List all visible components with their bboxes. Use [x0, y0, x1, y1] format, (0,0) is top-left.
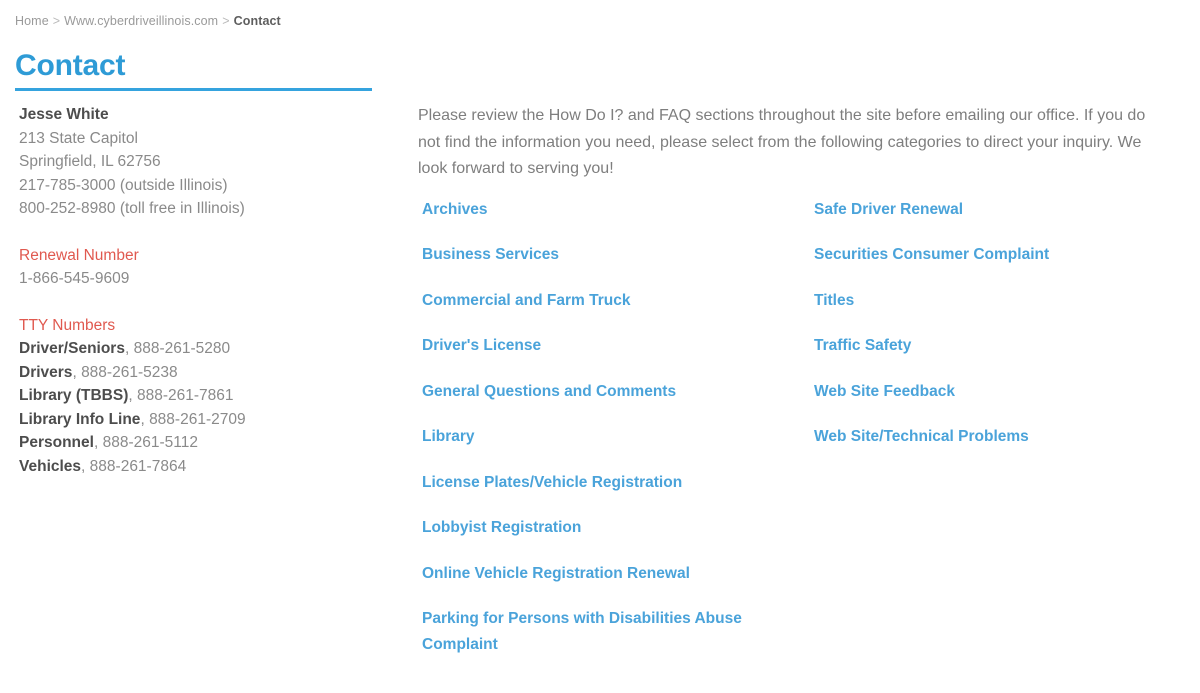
tty-number: 888-261-5280 [133, 340, 231, 357]
tty-row: Drivers, 888-261-5238 [19, 361, 389, 385]
renewal-number-heading: Renewal Number [19, 246, 139, 264]
tty-label: Vehicles [19, 457, 82, 475]
tty-label: Driver/Seniors [19, 340, 125, 357]
tty-number: 888-261-7864 [89, 457, 187, 475]
tty-comma: , [128, 387, 137, 404]
page-title: Contact [15, 49, 126, 82]
breadcrumb-separator: > [222, 14, 230, 28]
tty-comma: , [72, 363, 82, 381]
contact-phone-toll-free: 800-252-8980 (toll free in Illinois) [19, 200, 245, 217]
tty-comma: , [81, 457, 90, 475]
title-underline-rule [15, 88, 372, 91]
category-link-securities-consumer-complaint[interactable]: Securities Consumer Complaint [814, 242, 1178, 268]
category-link-lobbyist-registration[interactable]: Lobbyist Registration [422, 515, 802, 541]
breadcrumb: Home > Www.cyberdriveillinois.com > Contact [15, 13, 281, 29]
breadcrumb-separator: > [52, 14, 61, 28]
category-link-traffic-safety[interactable]: Traffic Safety [814, 333, 1178, 359]
breadcrumb-item-contact: Contact [233, 14, 281, 28]
contact-name: Jesse White [19, 106, 109, 123]
category-link-safe-driver-renewal[interactable]: Safe Driver Renewal [814, 197, 1178, 223]
category-link-web-site-feedback[interactable]: Web Site Feedback [814, 379, 1178, 405]
tty-comma: , [140, 410, 150, 428]
category-link-online-vehicle-registration-renewal[interactable]: Online Vehicle Registration Renewal [422, 561, 802, 587]
tty-numbers-heading: TTY Numbers [19, 316, 116, 334]
category-link-business-services[interactable]: Business Services [422, 242, 802, 268]
tty-comma: , [93, 434, 103, 451]
category-link-general-questions-and-comments[interactable]: General Questions and Comments [422, 379, 802, 405]
contact-address-line: 213 State Capitol [19, 129, 138, 147]
category-link-titles[interactable]: Titles [814, 288, 1178, 314]
intro-paragraph: Please review the How Do I? and FAQ sect… [418, 107, 1146, 177]
contact-page: Home > Www.cyberdriveillinois.com > Contact … [0, 0, 1200, 693]
contact-address-line: Springfield, IL 62756 [19, 153, 161, 170]
breadcrumb-item-site[interactable]: Www.cyberdriveillinois.com [64, 14, 218, 28]
category-link-license-plates-vehicle-registration[interactable]: License Plates/Vehicle Registration [422, 470, 802, 496]
tty-label: Library (TBBS) [19, 387, 129, 404]
category-column-secondary: Safe Driver Renewal Securities Consumer … [814, 197, 1178, 470]
tty-number: 888-261-5238 [81, 363, 178, 381]
tty-row: Driver/Seniors, 888-261-5280 [19, 337, 389, 361]
tty-label: Library Info Line [19, 410, 141, 428]
main-content: Please review the How Do I? and FAQ sect… [418, 103, 1178, 653]
category-link-parking-disabilities-abuse-complaint[interactable]: Parking for Persons with Disabilities Ab… [422, 606, 802, 658]
tty-row: Library Info Line, 888-261-2709 [19, 408, 389, 432]
tty-row: Library (TBBS), 888-261-7861 [19, 384, 389, 408]
category-link-web-site-technical-problems[interactable]: Web Site/Technical Problems [814, 424, 1178, 450]
tty-number: 888-261-2709 [149, 410, 246, 428]
tty-label: Personnel [19, 434, 94, 451]
category-link-archives[interactable]: Archives [422, 197, 802, 223]
contact-phone-outside-illinois: 217-785-3000 (outside Illinois) [19, 176, 228, 194]
tty-comma: , [124, 340, 134, 357]
tty-row: Personnel, 888-261-5112 [19, 431, 389, 455]
category-link-drivers-license[interactable]: Driver's License [422, 333, 802, 359]
contact-info-sidebar: Jesse White 213 State Capitol Springfiel… [19, 103, 389, 478]
breadcrumb-item-home[interactable]: Home [15, 14, 49, 28]
category-link-library[interactable]: Library [422, 424, 802, 450]
tty-row: Vehicles, 888-261-7864 [19, 455, 389, 479]
renewal-number-value: 1-866-545-9609 [19, 270, 130, 287]
tty-label: Drivers [19, 363, 73, 381]
category-link-commercial-and-farm-truck[interactable]: Commercial and Farm Truck [422, 288, 802, 314]
tty-number: 888-261-7861 [137, 387, 234, 404]
category-column-primary: Archives Business Services Commercial an… [422, 197, 802, 678]
tty-number: 888-261-5112 [102, 434, 198, 451]
